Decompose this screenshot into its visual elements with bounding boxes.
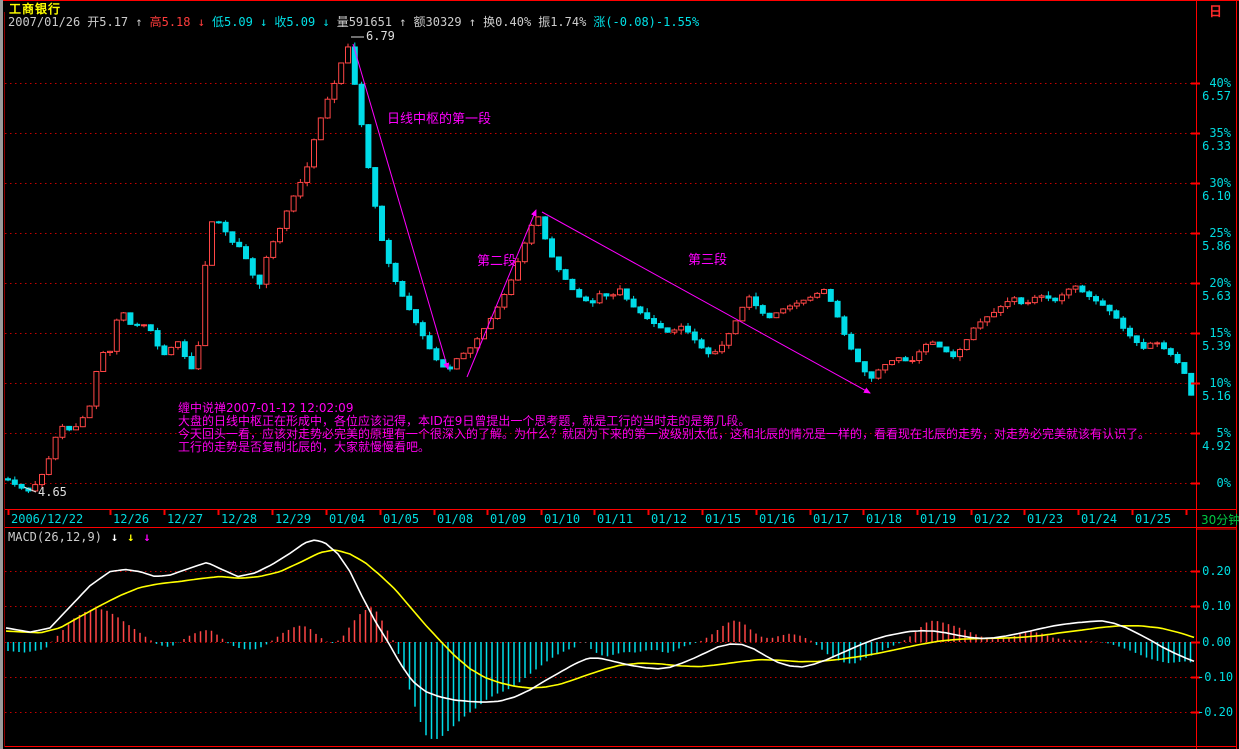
price-axis-percent-label: 30% (1197, 176, 1231, 190)
price-axis-percent-label: 35% (1197, 126, 1231, 140)
macd-axis-label: 0.20 (1197, 564, 1231, 578)
quote-field: 量591651 ↑ (337, 15, 407, 29)
price-axis-price-label: 6.57 (1197, 89, 1231, 103)
date-axis-label: 01/19 (920, 512, 956, 526)
annotation-segment2: 第二段 (477, 250, 516, 269)
date-axis-label: 01/25 (1135, 512, 1171, 526)
date-axis-label: 01/16 (759, 512, 795, 526)
quote-field: 低5.09 ↓ (212, 15, 267, 29)
quote-field: 换0.40% (483, 15, 531, 29)
window-left-border (0, 0, 3, 749)
date-axis-label: 01/24 (1081, 512, 1117, 526)
stock-chart-window: { "window": { "title": "工商银行", "period_l… (0, 0, 1239, 749)
down-arrow-icon: ↓ (127, 530, 134, 544)
macd-indicator-label: MACD(26,12,9) ↓ ↓ ↓ (8, 530, 151, 544)
date-axis-label: 12/28 (221, 512, 257, 526)
down-arrow-icon: ↓ (111, 530, 118, 544)
date-axis-label: 01/04 (329, 512, 365, 526)
date-axis-label: 01/15 (705, 512, 741, 526)
macd-axis-label: -0.10 (1197, 670, 1231, 684)
period-indicator-daily[interactable]: 日 (1209, 1, 1222, 20)
price-axis-price-label: 6.33 (1197, 139, 1231, 153)
analyst-note: 缠中说禅2007-01-12 12:02:09 大盘的日线中枢正在形成中，各位应… (178, 402, 1150, 454)
quote-field: 2007/01/26 (8, 15, 80, 29)
date-axis-label: 01/17 (813, 512, 849, 526)
macd-axis-label: -0.20 (1197, 705, 1231, 719)
date-axis-label: 01/11 (597, 512, 633, 526)
macd-axis-label: 0.10 (1197, 599, 1231, 613)
date-axis-label: 2006/12/22 (11, 512, 83, 526)
note-line: 工行的走势是否复制北辰的，大家就慢慢看吧。 (178, 441, 1150, 454)
price-axis-percent-label: 20% (1197, 276, 1231, 290)
price-axis-percent-label: 25% (1197, 226, 1231, 240)
date-axis-label: 12/26 (113, 512, 149, 526)
date-axis-label: 01/18 (866, 512, 902, 526)
price-axis-percent-label: 15% (1197, 326, 1231, 340)
price-axis-percent-label: 0% (1197, 476, 1231, 490)
quote-field: 收5.09 ↓ (274, 15, 329, 29)
price-axis-price-label: 5.16 (1197, 389, 1231, 403)
price-axis-price-label: 5.63 (1197, 289, 1231, 303)
chart-canvas[interactable] (0, 0, 1239, 749)
quote-info-bar: 2007/01/26 开5.17 ↑ 高5.18 ↓ 低5.09 ↓ 收5.09 ↓ 量5… (8, 13, 706, 30)
date-axis-label: 12/29 (275, 512, 311, 526)
date-axis-label: 01/22 (974, 512, 1010, 526)
low-price-label: 4.65 (38, 485, 67, 499)
quote-field: 高5.18 ↓ (150, 15, 205, 29)
macd-arrow-icons: ↓ ↓ ↓ (102, 530, 151, 544)
price-axis-percent-label: 10% (1197, 376, 1231, 390)
down-arrow-icon: ↓ (143, 530, 150, 544)
price-axis-percent-label: 40% (1197, 76, 1231, 90)
quote-field: 涨(-0.08)-1.55% (593, 15, 699, 29)
date-axis-label: 12/27 (167, 512, 203, 526)
price-axis-price-label: 5.39 (1197, 339, 1231, 353)
date-axis-label: 01/10 (544, 512, 580, 526)
price-axis-price-label: 5.86 (1197, 239, 1231, 253)
annotation-segment1: 日线中枢的第一段 (387, 108, 491, 127)
period-indicator-30min[interactable]: 30分钟 (1201, 511, 1239, 528)
quote-field: 振1.74% (538, 15, 586, 29)
price-axis-price-label: 4.92 (1197, 439, 1231, 453)
date-axis-label: 01/09 (490, 512, 526, 526)
peak-price-label: 6.79 (366, 29, 395, 43)
date-axis-label: 01/05 (383, 512, 419, 526)
macd-axis-label: 0.00 (1197, 635, 1231, 649)
price-axis-percent-label: 5% (1197, 426, 1231, 440)
annotation-segment3: 第三段 (688, 249, 727, 268)
date-axis-label: 01/08 (437, 512, 473, 526)
date-axis-label: 01/23 (1027, 512, 1063, 526)
quote-field: 开5.17 ↑ (87, 15, 142, 29)
macd-params: MACD(26,12,9) (8, 530, 102, 544)
quote-field: 额30329 ↑ (414, 15, 477, 29)
date-axis-label: 01/12 (651, 512, 687, 526)
price-axis-price-label: 6.10 (1197, 189, 1231, 203)
